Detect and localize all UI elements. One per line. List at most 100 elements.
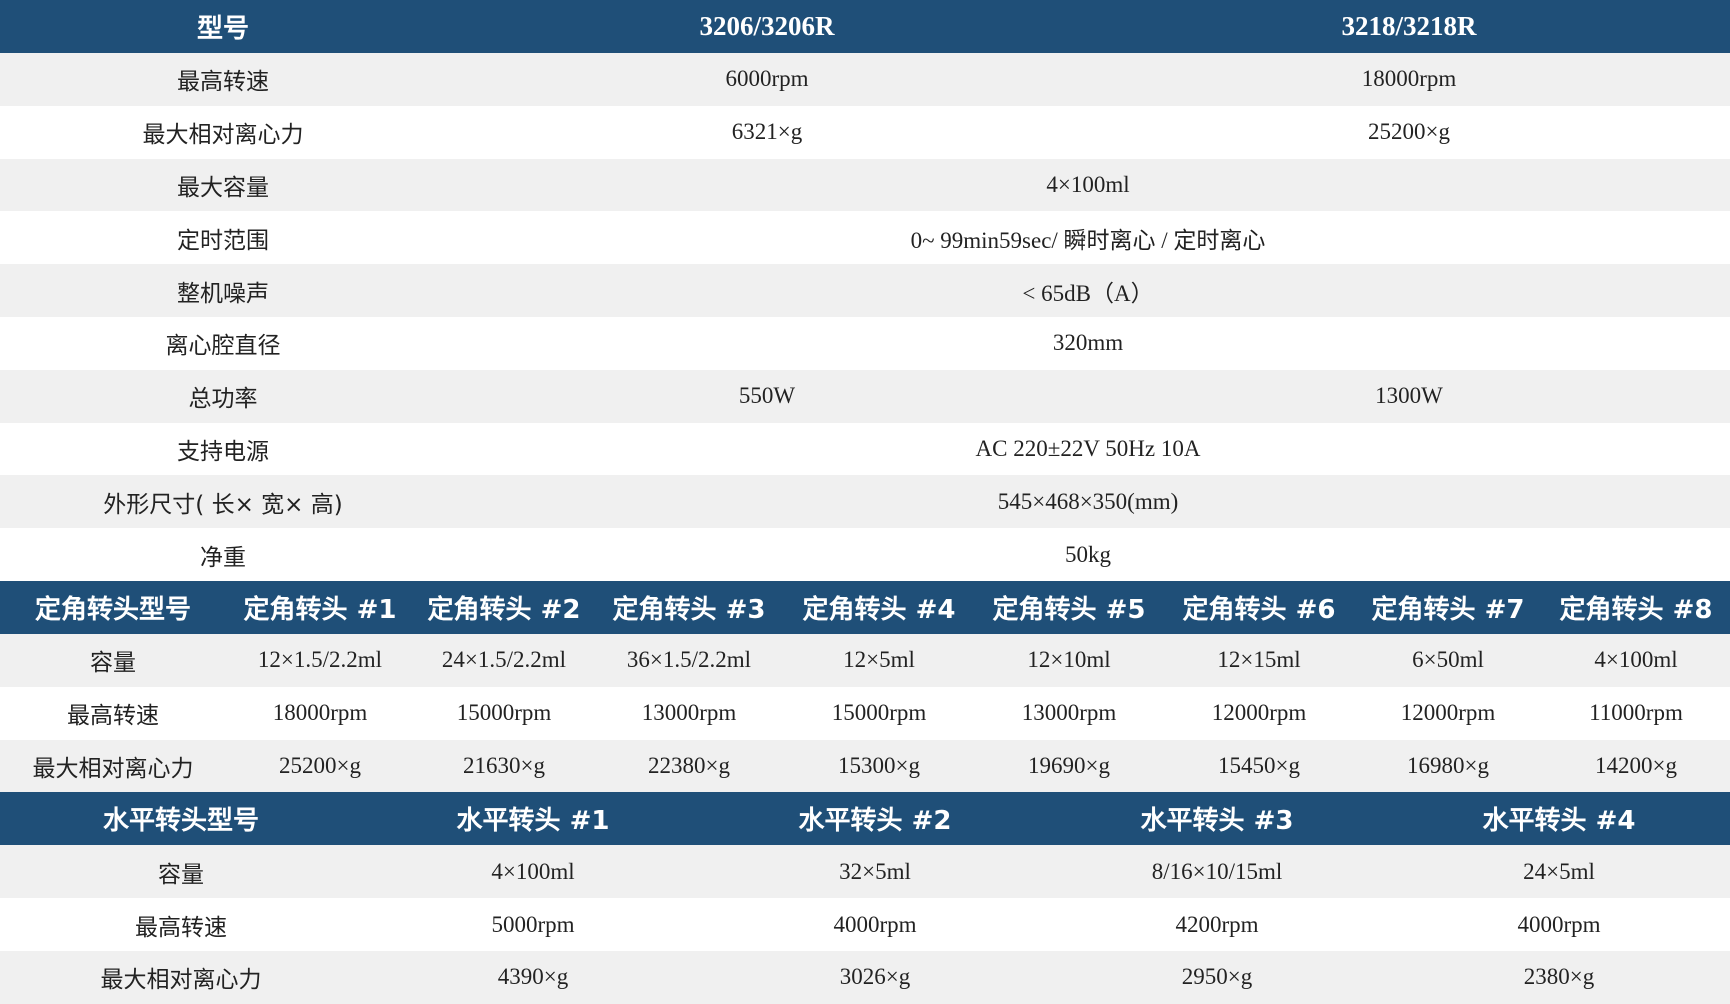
header-rotor-8: 定角转头 #8 <box>1542 580 1730 634</box>
table-row: 最高转速 6000rpm 18000rpm <box>0 53 1730 106</box>
row-label: 最大相对离心力 <box>0 950 362 1004</box>
header-rotor-3: 定角转头 #3 <box>594 580 784 634</box>
table-cell: 22380×g <box>594 739 784 793</box>
row-label: 容量 <box>0 845 362 899</box>
model-spec-header: 型号 3206/3206R 3218/3218R <box>0 0 1730 53</box>
table-cell: 4390×g <box>362 950 704 1004</box>
row-label: 最大相对离心力 <box>0 105 446 159</box>
table-cell: 12000rpm <box>1164 686 1354 740</box>
header-rotor-7: 定角转头 #7 <box>1354 580 1542 634</box>
table-row: 最大相对离心力 6321×g 25200×g <box>0 105 1730 159</box>
fixed-angle-header: 定角转头型号 定角转头 #1 定角转头 #2 定角转头 #3 定角转头 #4 定… <box>0 580 1730 634</box>
cell-shared: 320mm <box>446 316 1730 370</box>
cell-shared: AC 220±22V 50Hz 10A <box>446 422 1730 476</box>
table-row: 最高转速 18000rpm 15000rpm 13000rpm 15000rpm… <box>0 686 1730 740</box>
header-rotor-2: 定角转头 #2 <box>414 580 594 634</box>
table-cell: 13000rpm <box>594 686 784 740</box>
header-rotor-5: 定角转头 #5 <box>974 580 1164 634</box>
table-cell: 18000rpm <box>226 686 414 740</box>
table-cell: 4000rpm <box>1388 898 1730 951</box>
header-model-3218: 3218/3218R <box>1088 0 1730 53</box>
table-row: 外形尺寸( 长× 宽× 高) 545×468×350(mm) <box>0 475 1730 529</box>
header-rotor-3: 水平转头 #3 <box>1046 792 1388 846</box>
table-cell: 24×1.5/2.2ml <box>414 633 594 687</box>
table-cell: 12×1.5/2.2ml <box>226 633 414 687</box>
table-cell: 15300×g <box>784 739 974 793</box>
row-label: 最大容量 <box>0 158 446 212</box>
row-label: 支持电源 <box>0 422 446 476</box>
row-label: 最高转速 <box>0 686 226 740</box>
table-cell: 24×5ml <box>1388 845 1730 899</box>
table-cell: 4×100ml <box>362 845 704 899</box>
table-cell: 15450×g <box>1164 739 1354 793</box>
table-cell: 4000rpm <box>704 898 1046 951</box>
table-cell: 21630×g <box>414 739 594 793</box>
horizontal-rotor-table: 水平转头型号 水平转头 #1 水平转头 #2 水平转头 #3 水平转头 #4 容… <box>0 792 1730 1004</box>
table-cell: 13000rpm <box>974 686 1164 740</box>
header-rotor-4: 定角转头 #4 <box>784 580 974 634</box>
table-cell: 25200×g <box>226 739 414 793</box>
cell-shared: 545×468×350(mm) <box>446 475 1730 529</box>
table-row: 容量 4×100ml 32×5ml 8/16×10/15ml 24×5ml <box>0 845 1730 899</box>
header-model-label: 型号 <box>0 0 446 53</box>
table-cell: 19690×g <box>974 739 1164 793</box>
table-row: 定时范围 0~ 99min59sec/ 瞬时离心 / 定时离心 <box>0 211 1730 265</box>
table-row: 最高转速 5000rpm 4000rpm 4200rpm 4000rpm <box>0 898 1730 951</box>
table-cell: 3026×g <box>704 950 1046 1004</box>
cell-3206: 550W <box>446 369 1088 423</box>
table-row: 最大相对离心力 4390×g 3026×g 2950×g 2380×g <box>0 950 1730 1004</box>
cell-3206: 6000rpm <box>446 53 1088 106</box>
header-horizontal-label: 水平转头型号 <box>0 792 362 846</box>
table-row: 整机噪声 < 65dB（A） <box>0 264 1730 317</box>
header-model-3206: 3206/3206R <box>446 0 1088 53</box>
cell-3218: 25200×g <box>1088 105 1730 159</box>
table-cell: 16980×g <box>1354 739 1542 793</box>
table-cell: 36×1.5/2.2ml <box>594 633 784 687</box>
row-label: 最高转速 <box>0 53 446 106</box>
header-rotor-4: 水平转头 #4 <box>1388 792 1730 846</box>
row-label: 离心腔直径 <box>0 316 446 370</box>
table-cell: 15000rpm <box>784 686 974 740</box>
table-cell: 12×5ml <box>784 633 974 687</box>
table-row: 离心腔直径 320mm <box>0 316 1730 370</box>
table-cell: 5000rpm <box>362 898 704 951</box>
row-label: 容量 <box>0 633 226 687</box>
table-cell: 2950×g <box>1046 950 1388 1004</box>
table-cell: 32×5ml <box>704 845 1046 899</box>
row-label: 整机噪声 <box>0 264 446 317</box>
cell-shared: 0~ 99min59sec/ 瞬时离心 / 定时离心 <box>446 211 1730 265</box>
table-cell: 15000rpm <box>414 686 594 740</box>
table-row: 最大相对离心力 25200×g 21630×g 22380×g 15300×g … <box>0 739 1730 793</box>
row-label: 最大相对离心力 <box>0 739 226 793</box>
table-cell: 12×10ml <box>974 633 1164 687</box>
spec-sheet: 型号 3206/3206R 3218/3218R 最高转速 6000rpm 18… <box>0 0 1730 1004</box>
cell-3206: 6321×g <box>446 105 1088 159</box>
cell-3218: 1300W <box>1088 369 1730 423</box>
table-cell: 12000rpm <box>1354 686 1542 740</box>
table-row: 最大容量 4×100ml <box>0 158 1730 212</box>
table-cell: 8/16×10/15ml <box>1046 845 1388 899</box>
table-cell: 4×100ml <box>1542 633 1730 687</box>
table-row: 总功率 550W 1300W <box>0 369 1730 423</box>
header-rotor-2: 水平转头 #2 <box>704 792 1046 846</box>
table-cell: 11000rpm <box>1542 686 1730 740</box>
fixed-angle-rotor-table: 定角转头型号 定角转头 #1 定角转头 #2 定角转头 #3 定角转头 #4 定… <box>0 580 1730 793</box>
cell-shared: 4×100ml <box>446 158 1730 212</box>
table-row: 支持电源 AC 220±22V 50Hz 10A <box>0 422 1730 476</box>
row-label: 净重 <box>0 528 446 581</box>
cell-3218: 18000rpm <box>1088 53 1730 106</box>
cell-shared: 50kg <box>446 528 1730 581</box>
table-cell: 4200rpm <box>1046 898 1388 951</box>
row-label: 总功率 <box>0 369 446 423</box>
row-label: 定时范围 <box>0 211 446 265</box>
table-row: 净重 50kg <box>0 528 1730 581</box>
row-label: 外形尺寸( 长× 宽× 高) <box>0 475 446 529</box>
table-cell: 14200×g <box>1542 739 1730 793</box>
model-spec-table: 型号 3206/3206R 3218/3218R 最高转速 6000rpm 18… <box>0 0 1730 581</box>
cell-shared: < 65dB（A） <box>446 264 1730 317</box>
row-label: 最高转速 <box>0 898 362 951</box>
table-row: 容量 12×1.5/2.2ml 24×1.5/2.2ml 36×1.5/2.2m… <box>0 633 1730 687</box>
table-cell: 12×15ml <box>1164 633 1354 687</box>
header-rotor-1: 定角转头 #1 <box>226 580 414 634</box>
header-rotor-6: 定角转头 #6 <box>1164 580 1354 634</box>
